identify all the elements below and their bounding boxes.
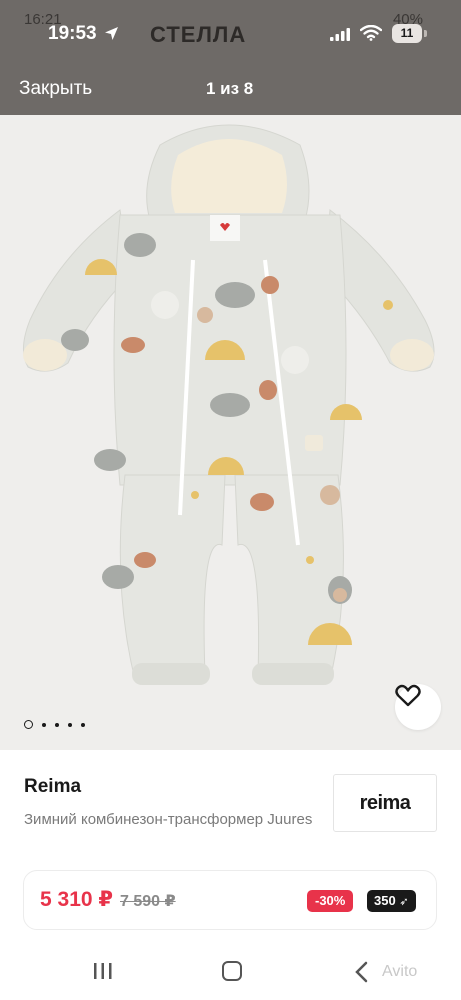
bonus-amount: 350 bbox=[374, 893, 396, 908]
product-brand[interactable]: Reima bbox=[24, 776, 81, 798]
price-card[interactable]: 5 310 ₽ 7 590 ₽ -30% 350 ➶ bbox=[23, 870, 437, 930]
product-description: Зимний комбинезон-трансформер Juures bbox=[24, 811, 313, 828]
top-overlay: 16:21 40% СТЕЛЛА 19:53 11 Закрыть 1 из 8 bbox=[0, 0, 461, 115]
recent-apps-icon[interactable] bbox=[93, 962, 113, 985]
gallery-dot[interactable] bbox=[42, 722, 46, 727]
bonus-coin-icon: ➶ bbox=[399, 896, 409, 908]
gallery-dot[interactable] bbox=[81, 722, 85, 727]
gallery-pagination bbox=[24, 720, 85, 729]
gallery-dot[interactable] bbox=[55, 722, 59, 727]
close-button[interactable]: Закрыть bbox=[19, 78, 92, 100]
bonus-badge: 350 ➶ bbox=[367, 890, 416, 912]
wifi-icon bbox=[359, 24, 383, 46]
battery-icon: 11 bbox=[392, 24, 422, 43]
gallery-dot[interactable] bbox=[24, 720, 33, 729]
viewer-navbar: Закрыть 1 из 8 bbox=[0, 66, 461, 114]
status-time: 19:53 bbox=[48, 23, 97, 44]
photo-counter: 1 из 8 bbox=[206, 79, 254, 98]
home-icon[interactable] bbox=[222, 961, 242, 981]
product-photo[interactable] bbox=[0, 115, 461, 750]
status-bar: 19:53 11 bbox=[0, 22, 461, 48]
back-icon[interactable] bbox=[354, 961, 368, 988]
battery-tip bbox=[424, 30, 427, 37]
snowsuit-image bbox=[23, 124, 435, 685]
old-price: 7 590 ₽ bbox=[120, 893, 176, 910]
avito-watermark: Avito bbox=[382, 963, 418, 980]
brand-logo[interactable]: reima bbox=[333, 774, 437, 832]
cellular-signal-icon bbox=[330, 27, 352, 46]
current-price: 5 310 ₽ bbox=[40, 888, 113, 911]
favorite-button[interactable] bbox=[395, 684, 441, 730]
gallery-dot[interactable] bbox=[68, 722, 72, 727]
location-arrow-icon bbox=[104, 26, 119, 46]
discount-badge: -30% bbox=[307, 890, 354, 912]
system-navigation-bar: Avito bbox=[0, 945, 461, 1000]
